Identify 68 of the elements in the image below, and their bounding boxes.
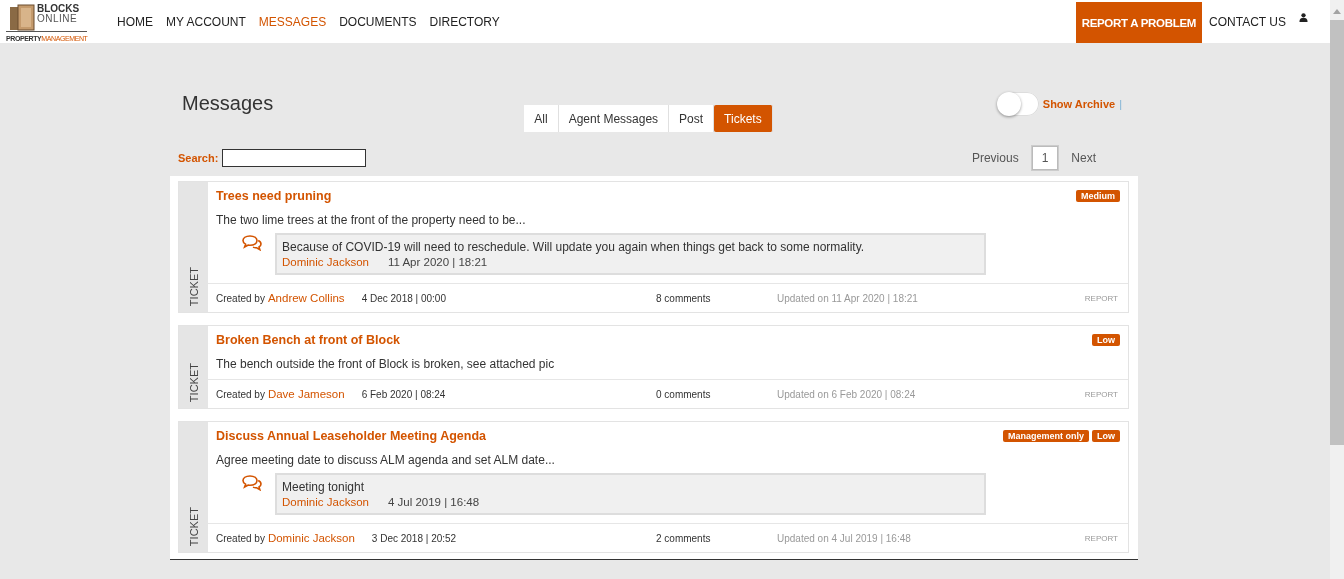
- contact-link[interactable]: CONTACT US: [1209, 14, 1286, 29]
- updated-date: Updated on 6 Feb 2020 | 08:24: [777, 388, 917, 400]
- creator-name[interactable]: Dominic Jackson: [267, 532, 355, 544]
- comment-date: 11 Apr 2020 | 18:21: [387, 256, 488, 268]
- speech-bubbles-icon: [242, 475, 262, 491]
- filter-tab[interactable]: All: [524, 105, 559, 132]
- created-date: 3 Dec 2018 | 20:52: [371, 532, 457, 544]
- nav-link[interactable]: MESSAGES: [258, 14, 327, 29]
- report-link[interactable]: REPORT: [1084, 293, 1118, 303]
- page-title: Messages: [182, 91, 274, 115]
- nav-link[interactable]: HOME: [117, 14, 153, 29]
- creator-name[interactable]: Dave Jameson: [267, 388, 345, 400]
- scroll-up-icon[interactable]: [1333, 9, 1341, 14]
- updated-date: Updated on 4 Jul 2019 | 16:48: [777, 532, 912, 544]
- tag: Low: [1092, 430, 1120, 442]
- comment-count: 0 comments: [656, 388, 712, 400]
- nav-link[interactable]: DOCUMENTS: [339, 14, 417, 29]
- comment-author[interactable]: Dominic Jackson: [282, 496, 369, 508]
- ticket-summary: The bench outside the front of Block is broken, see attached pic: [216, 357, 556, 371]
- filter-tab[interactable]: Tickets: [714, 105, 773, 132]
- ticket-title[interactable]: Trees need pruning: [216, 189, 332, 203]
- report-link[interactable]: REPORT: [1084, 389, 1118, 399]
- logo-name: BLOCKS: [37, 3, 80, 14]
- page-number[interactable]: 1: [1030, 145, 1060, 171]
- show-archive-label[interactable]: Show Archive: [1042, 98, 1116, 110]
- comment-text: Meeting tonight: [282, 480, 366, 494]
- report-problem-button[interactable]: REPORT A PROBLEM: [1075, 2, 1203, 43]
- logo-name: ONLINE: [37, 13, 79, 24]
- scrollbar[interactable]: [1330, 0, 1344, 579]
- created-by-label: Created by: [216, 292, 265, 304]
- ticket-type-label: TICKET: [187, 362, 200, 402]
- created-by-label: Created by: [216, 388, 265, 400]
- ticket-type-label: TICKET: [187, 506, 200, 546]
- tag: Low: [1092, 334, 1120, 346]
- filter-tab[interactable]: Agent Messages: [558, 105, 670, 132]
- ticket-title[interactable]: Broken Bench at front of Block: [216, 333, 401, 347]
- search-field[interactable]: [222, 149, 367, 167]
- comment-text: Because of COVID-19 will need to reschedule. Will update you again when things get back to some normality.: [282, 240, 866, 254]
- ticket-card[interactable]: [178, 181, 1129, 313]
- comment-count: 8 comments: [656, 292, 712, 304]
- updated-date: Updated on 11 Apr 2020 | 18:21: [777, 292, 919, 304]
- tag: Management only: [1003, 430, 1089, 442]
- ticket-card[interactable]: TICKET Broken Bench at front of Block Low The bench outside the front of Block is broken, see attached pic Created by Dave Jameson 6 Feb 2020 | 08:24 0 comments Updated on 6 Feb 2020 | 08:24 REPORT: [178, 325, 1129, 409]
- created-date: 4 Dec 2018 | 00:00: [361, 292, 446, 304]
- ticket-summary: The two lime trees at the front of the property need to be...: [216, 213, 527, 227]
- ticket-summary: Agree meeting date to discuss ALM agenda and set ALM date...: [216, 453, 556, 467]
- ticket-card[interactable]: [178, 421, 1129, 553]
- report-link[interactable]: REPORT: [1084, 533, 1118, 543]
- comment-date: 4 Jul 2019 | 16:48: [387, 496, 480, 508]
- comment-author[interactable]: Dominic Jackson: [282, 256, 369, 268]
- ticket-title[interactable]: Discuss Annual Leaseholder Meeting Agenda: [216, 429, 486, 443]
- previous-link[interactable]: Previous: [959, 151, 1031, 165]
- user-icon[interactable]: [1299, 13, 1308, 22]
- next-link[interactable]: Next: [1059, 151, 1108, 165]
- nav-link[interactable]: DIRECTORY: [429, 14, 500, 29]
- ticket-type-label: TICKET: [187, 266, 200, 306]
- search-label: Search:: [178, 152, 219, 164]
- filter-tab[interactable]: Post: [669, 105, 715, 132]
- speech-bubbles-icon: [242, 235, 262, 251]
- tag: Medium: [1076, 190, 1120, 202]
- created-by-label: Created by: [216, 532, 265, 544]
- created-date: 6 Feb 2020 | 08:24: [361, 388, 446, 400]
- toggle-switch[interactable]: [996, 92, 1039, 116]
- nav-link[interactable]: MY ACCOUNT: [166, 14, 246, 29]
- comment-count: 2 comments: [656, 532, 712, 544]
- book-stack-icon: [8, 3, 38, 32]
- creator-name[interactable]: Andrew Collins: [267, 292, 345, 304]
- separator: |: [1119, 98, 1122, 110]
